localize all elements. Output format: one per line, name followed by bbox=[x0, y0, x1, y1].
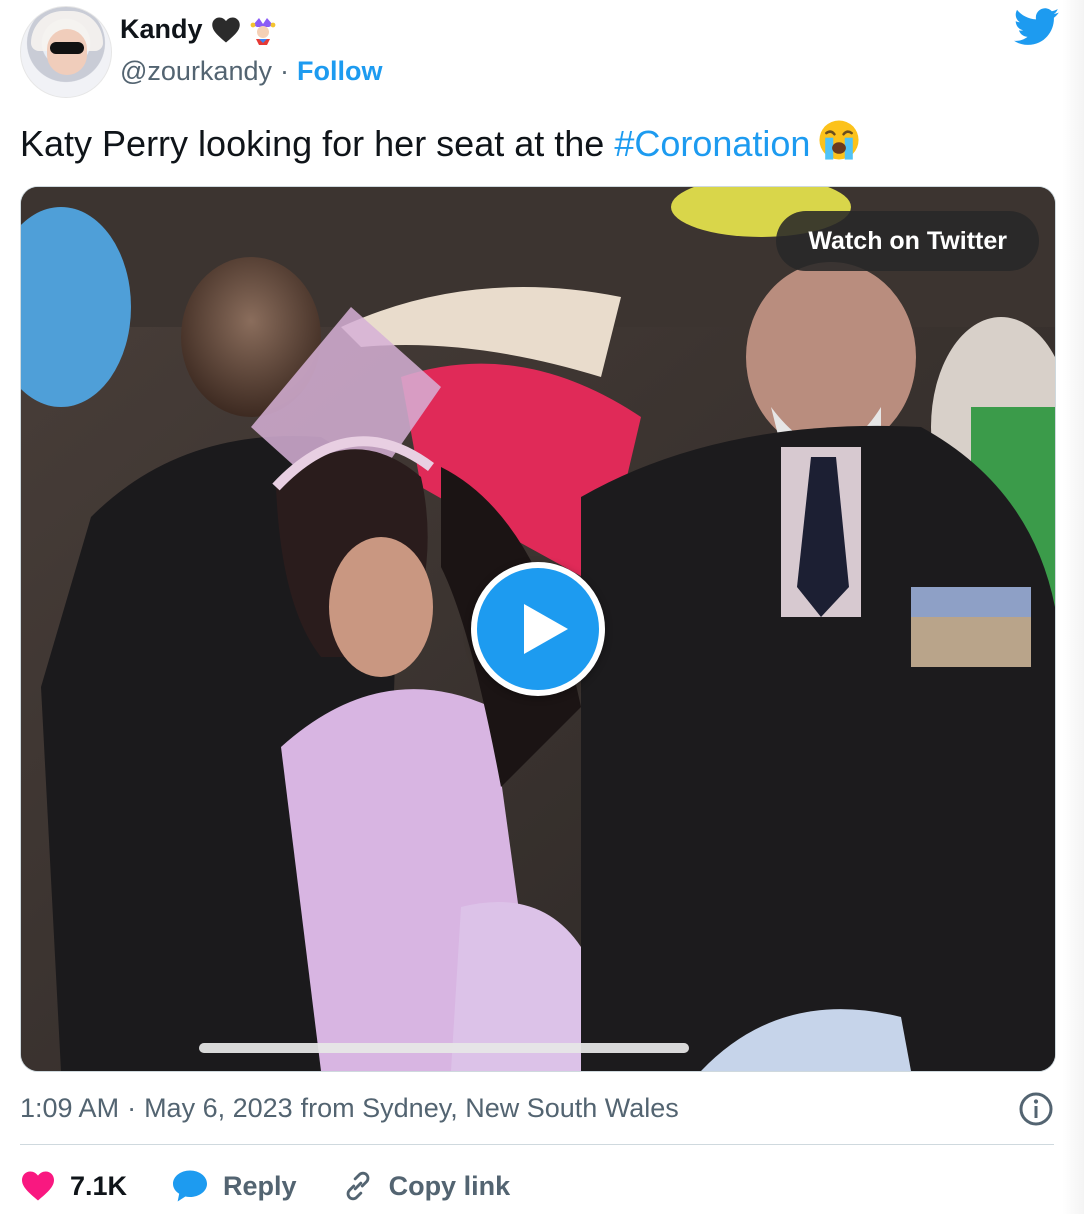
tweet-date[interactable]: May 6, 2023 bbox=[144, 1093, 293, 1124]
heart-icon bbox=[22, 1171, 54, 1201]
reply-bubble-icon bbox=[173, 1170, 208, 1202]
watch-on-twitter-button[interactable]: Watch on Twitter bbox=[776, 211, 1039, 271]
copy-link-label: Copy link bbox=[388, 1170, 511, 1201]
tweet-location: from Sydney, New South Wales bbox=[300, 1092, 679, 1123]
jester-icon bbox=[250, 17, 275, 45]
like-count: 7.1K bbox=[70, 1170, 128, 1201]
video-progress-fill bbox=[199, 1043, 689, 1053]
twitter-bird-icon[interactable] bbox=[1014, 8, 1060, 46]
video-player[interactable]: Watch on Twitter bbox=[20, 186, 1056, 1072]
link-icon bbox=[346, 1171, 369, 1201]
avatar[interactable] bbox=[20, 6, 112, 98]
handle-separator: · bbox=[279, 56, 289, 86]
loudly-crying-face-icon bbox=[819, 120, 860, 160]
display-name[interactable]: Kandy bbox=[120, 14, 203, 45]
tweet-time[interactable]: 1:09 AM bbox=[20, 1093, 119, 1124]
like-button[interactable]: 7.1K bbox=[20, 1170, 127, 1202]
reply-label: Reply bbox=[223, 1170, 297, 1201]
info-icon[interactable] bbox=[1018, 1091, 1054, 1127]
page-edge-shadow bbox=[1062, 0, 1084, 1214]
follow-link[interactable]: Follow bbox=[297, 56, 382, 87]
play-button[interactable] bbox=[471, 562, 605, 696]
meta-separator: · bbox=[127, 1092, 137, 1123]
video-progress-bar[interactable] bbox=[199, 1043, 689, 1053]
hashtag-link[interactable]: #Coronation bbox=[614, 123, 810, 164]
reply-button[interactable]: Reply bbox=[171, 1169, 297, 1203]
tweet-actions: 7.1K Reply Copy link bbox=[20, 1164, 554, 1208]
play-icon bbox=[524, 604, 568, 654]
handle-row: @zourkandy · Follow bbox=[120, 56, 382, 87]
copy-link-button[interactable]: Copy link bbox=[341, 1169, 511, 1203]
divider bbox=[20, 1144, 1054, 1145]
name-row: Kandy bbox=[120, 14, 277, 45]
black-heart-icon bbox=[211, 17, 240, 42]
avatar-sunglasses bbox=[50, 42, 84, 54]
tweet-header: Kandy @zourkandy · Follow bbox=[20, 6, 1060, 98]
tweet-text: Katy Perry looking for her seat at the #… bbox=[20, 118, 862, 168]
tweet-text-body: Katy Perry looking for her seat at the bbox=[20, 123, 615, 164]
user-handle[interactable]: @zourkandy bbox=[120, 56, 272, 87]
tweet-meta: 1:09 AM · May 6, 2023 from Sydney, New S… bbox=[20, 1090, 1054, 1126]
